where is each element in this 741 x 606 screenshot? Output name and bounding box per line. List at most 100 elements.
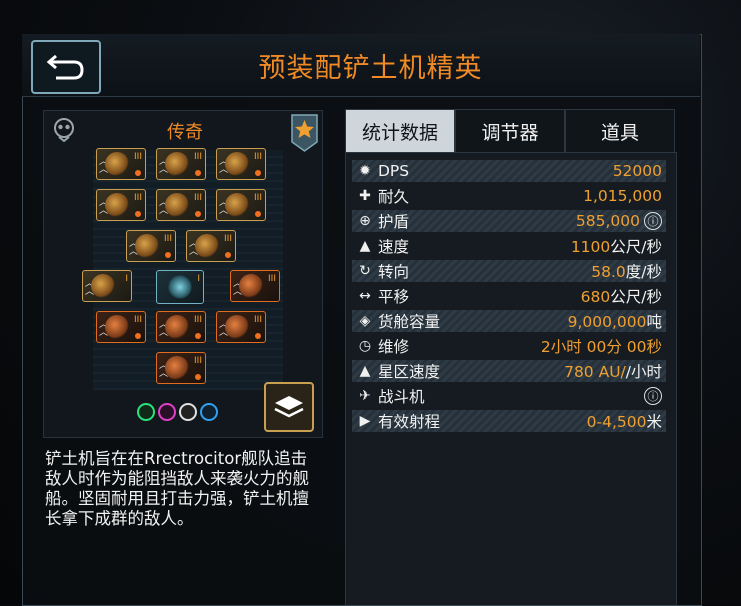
module-slot[interactable]: ︿ ︿ III — [230, 270, 280, 302]
layers-button[interactable] — [264, 382, 314, 432]
stat-row-hull: ✚ 耐久 1,015,000 — [352, 185, 666, 207]
info-icon[interactable]: ⓘ — [644, 387, 662, 405]
module-art — [165, 315, 189, 339]
tab-items[interactable]: 道具 — [565, 109, 675, 153]
status-dot — [195, 170, 201, 176]
stat-row-dps: ✹ DPS 52000 — [352, 160, 666, 182]
module-art — [105, 193, 129, 217]
module-slot[interactable]: ︿ ︿ III — [156, 311, 206, 343]
tier-icon: III — [134, 152, 142, 162]
module-slot[interactable]: ︿ ︿ III — [216, 311, 266, 343]
tier-icon: III — [134, 315, 142, 325]
tier-icon: III — [194, 356, 202, 366]
module-art — [135, 234, 159, 258]
tier-icon: III — [268, 274, 276, 284]
status-dot — [135, 170, 141, 176]
tab-modifiers[interactable]: 调节器 — [455, 109, 565, 153]
module-slot[interactable]: ︿ ︿ III — [216, 148, 266, 180]
module-art — [165, 152, 189, 176]
stat-label: 战斗机 — [378, 388, 425, 406]
status-dot — [195, 374, 201, 380]
color-swatch-green[interactable] — [137, 403, 155, 421]
stat-value: 2小时 00分 00秒 — [540, 338, 662, 356]
stat-row-turn: ↻ 转向 58.0度/秒 — [352, 260, 666, 282]
module-slot[interactable]: ︿ ︿ III — [186, 230, 236, 262]
module-art — [105, 315, 129, 339]
tier-icon: III — [164, 234, 172, 244]
status-dot — [195, 333, 201, 339]
strafe-icon: ↔ — [359, 288, 371, 304]
stat-label: 有效射程 — [378, 413, 441, 431]
module-art — [195, 234, 219, 258]
dps-icon: ✹ — [359, 163, 371, 179]
favorite-star-icon[interactable] — [291, 114, 318, 152]
ship-description: 铲土机旨在在Rrectrocitor舰队追击敌人时作为能阻挡敌人来袭火力的舰船。… — [45, 449, 309, 528]
tier-icon: III — [254, 152, 262, 162]
core-module-slot[interactable]: I — [156, 270, 204, 304]
stat-label: 转向 — [378, 263, 410, 281]
status-dot — [135, 333, 141, 339]
stat-row-fighters: ✈ 战斗机 ⓘ — [352, 385, 666, 407]
range-icon: ▶ — [359, 413, 371, 429]
status-dot — [225, 252, 231, 258]
faction-skull-icon — [54, 118, 74, 143]
status-dot — [255, 170, 261, 176]
tier-icon: III — [194, 152, 202, 162]
module-slot[interactable]: ︿ ︿ III — [156, 189, 206, 221]
tier-icon: III — [194, 193, 202, 203]
stat-row-range: ▶ 有效射程 0-4,500米 — [352, 410, 666, 432]
stat-value: 58.0度/秒 — [591, 263, 662, 281]
repair-icon: ◷ — [358, 338, 372, 354]
stat-value: 780 AU//小时 — [564, 363, 662, 381]
stat-value: 0-4,500米 — [586, 413, 662, 431]
shield-icon: ⊕ — [359, 213, 371, 229]
module-slot[interactable]: ︿ ︿ III — [156, 352, 206, 384]
tier-icon: III — [134, 193, 142, 203]
module-slot[interactable]: ︿ ︿ I — [82, 270, 132, 302]
module-slot[interactable]: ︿ ︿ III — [96, 189, 146, 221]
stat-value: 52000 — [612, 162, 662, 180]
stat-row-cargo: ◈ 货舱容量 9,000,000吨 — [352, 310, 666, 332]
module-art — [239, 274, 263, 298]
tier-icon: III — [224, 234, 232, 244]
module-slot[interactable]: ︿ ︿ III — [96, 311, 146, 343]
status-dot — [165, 252, 171, 258]
warp-icon: ▲ — [359, 363, 371, 379]
module-art — [225, 152, 249, 176]
module-art — [105, 152, 129, 176]
tab-bar: 统计数据 调节器 道具 — [345, 109, 675, 153]
stat-label: 星区速度 — [378, 363, 441, 381]
stat-label: 货舱容量 — [378, 313, 441, 331]
stat-value: 585,000 — [575, 212, 640, 230]
color-swatch-magenta[interactable] — [158, 403, 176, 421]
module-art — [165, 356, 189, 380]
stat-value: 1,015,000 — [583, 187, 662, 205]
page-title: 预装配铲土机精英 — [258, 53, 483, 84]
layers-icon — [274, 396, 304, 418]
stat-label: 耐久 — [378, 188, 410, 206]
stat-label: DPS — [378, 162, 410, 180]
stat-value: 1100公尺/秒 — [570, 238, 662, 256]
module-slot[interactable]: ︿ ︿ III — [156, 148, 206, 180]
module-slot[interactable]: ︿ ︿ III — [216, 189, 266, 221]
status-dot — [255, 333, 261, 339]
stat-row-repair: ◷ 维修 2小时 00分 00秒 — [352, 335, 666, 357]
status-dot — [135, 211, 141, 217]
stat-row-shield: ⊕ 护盾 585,000 ⓘ — [352, 210, 666, 232]
module-art — [91, 274, 115, 298]
color-swatch-white[interactable] — [179, 403, 197, 421]
paint-color-selector[interactable] — [137, 403, 218, 421]
speed-icon: ▲ — [359, 238, 371, 254]
stat-label: 速度 — [378, 238, 410, 256]
module-slot[interactable]: ︿ ︿ III — [126, 230, 176, 262]
info-icon[interactable]: ⓘ — [644, 212, 662, 230]
module-art — [225, 193, 249, 217]
module-slot[interactable]: ︿ ︿ III — [96, 148, 146, 180]
tier-icon: III — [254, 193, 262, 203]
tier-icon: I — [125, 274, 128, 284]
module-art — [165, 193, 189, 217]
color-swatch-blue[interactable] — [200, 403, 218, 421]
stat-row-strafe: ↔ 平移 680公尺/秒 — [352, 285, 666, 307]
stat-value: 9,000,000吨 — [567, 313, 662, 331]
tab-stats[interactable]: 统计数据 — [345, 109, 455, 153]
